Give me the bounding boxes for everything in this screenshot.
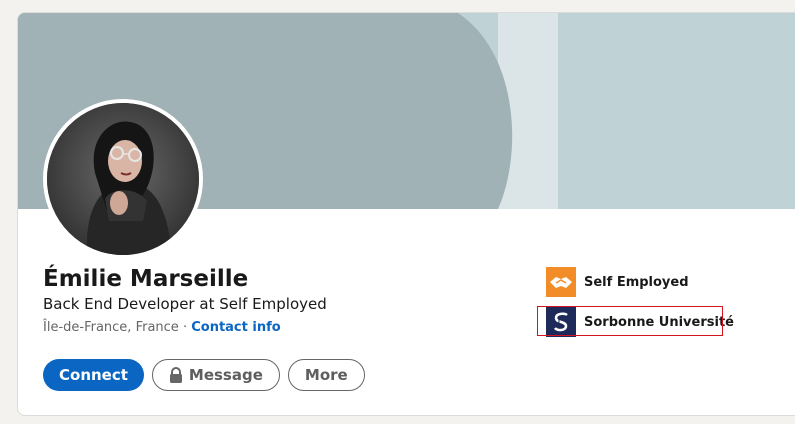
handshake-icon bbox=[546, 267, 576, 297]
profile-headline: Back End Developer at Self Employed bbox=[43, 295, 327, 313]
profile-actions: Connect Message More bbox=[43, 359, 365, 391]
profile-name: Émilie Marseille bbox=[43, 266, 249, 292]
profile-card: Émilie Marseille Back End Developer at S… bbox=[17, 12, 795, 416]
profile-photo[interactable] bbox=[43, 99, 203, 259]
org-self-employed-label: Self Employed bbox=[584, 274, 689, 290]
location-separator: · bbox=[182, 320, 188, 335]
message-button-label: Message bbox=[188, 366, 263, 384]
more-button-label: More bbox=[304, 366, 348, 384]
more-button[interactable]: More bbox=[287, 359, 365, 391]
lock-icon bbox=[169, 367, 182, 383]
profile-location-line: Île-de-France, France · Contact info bbox=[43, 320, 281, 335]
org-self-employed[interactable]: Self Employed bbox=[546, 267, 734, 297]
profile-location: Île-de-France, France bbox=[43, 320, 179, 335]
connect-button[interactable]: Connect bbox=[43, 359, 144, 391]
contact-info-link[interactable]: Contact info bbox=[191, 320, 280, 335]
connect-button-label: Connect bbox=[59, 366, 128, 384]
message-button[interactable]: Message bbox=[151, 359, 280, 391]
highlight-box bbox=[537, 306, 723, 336]
